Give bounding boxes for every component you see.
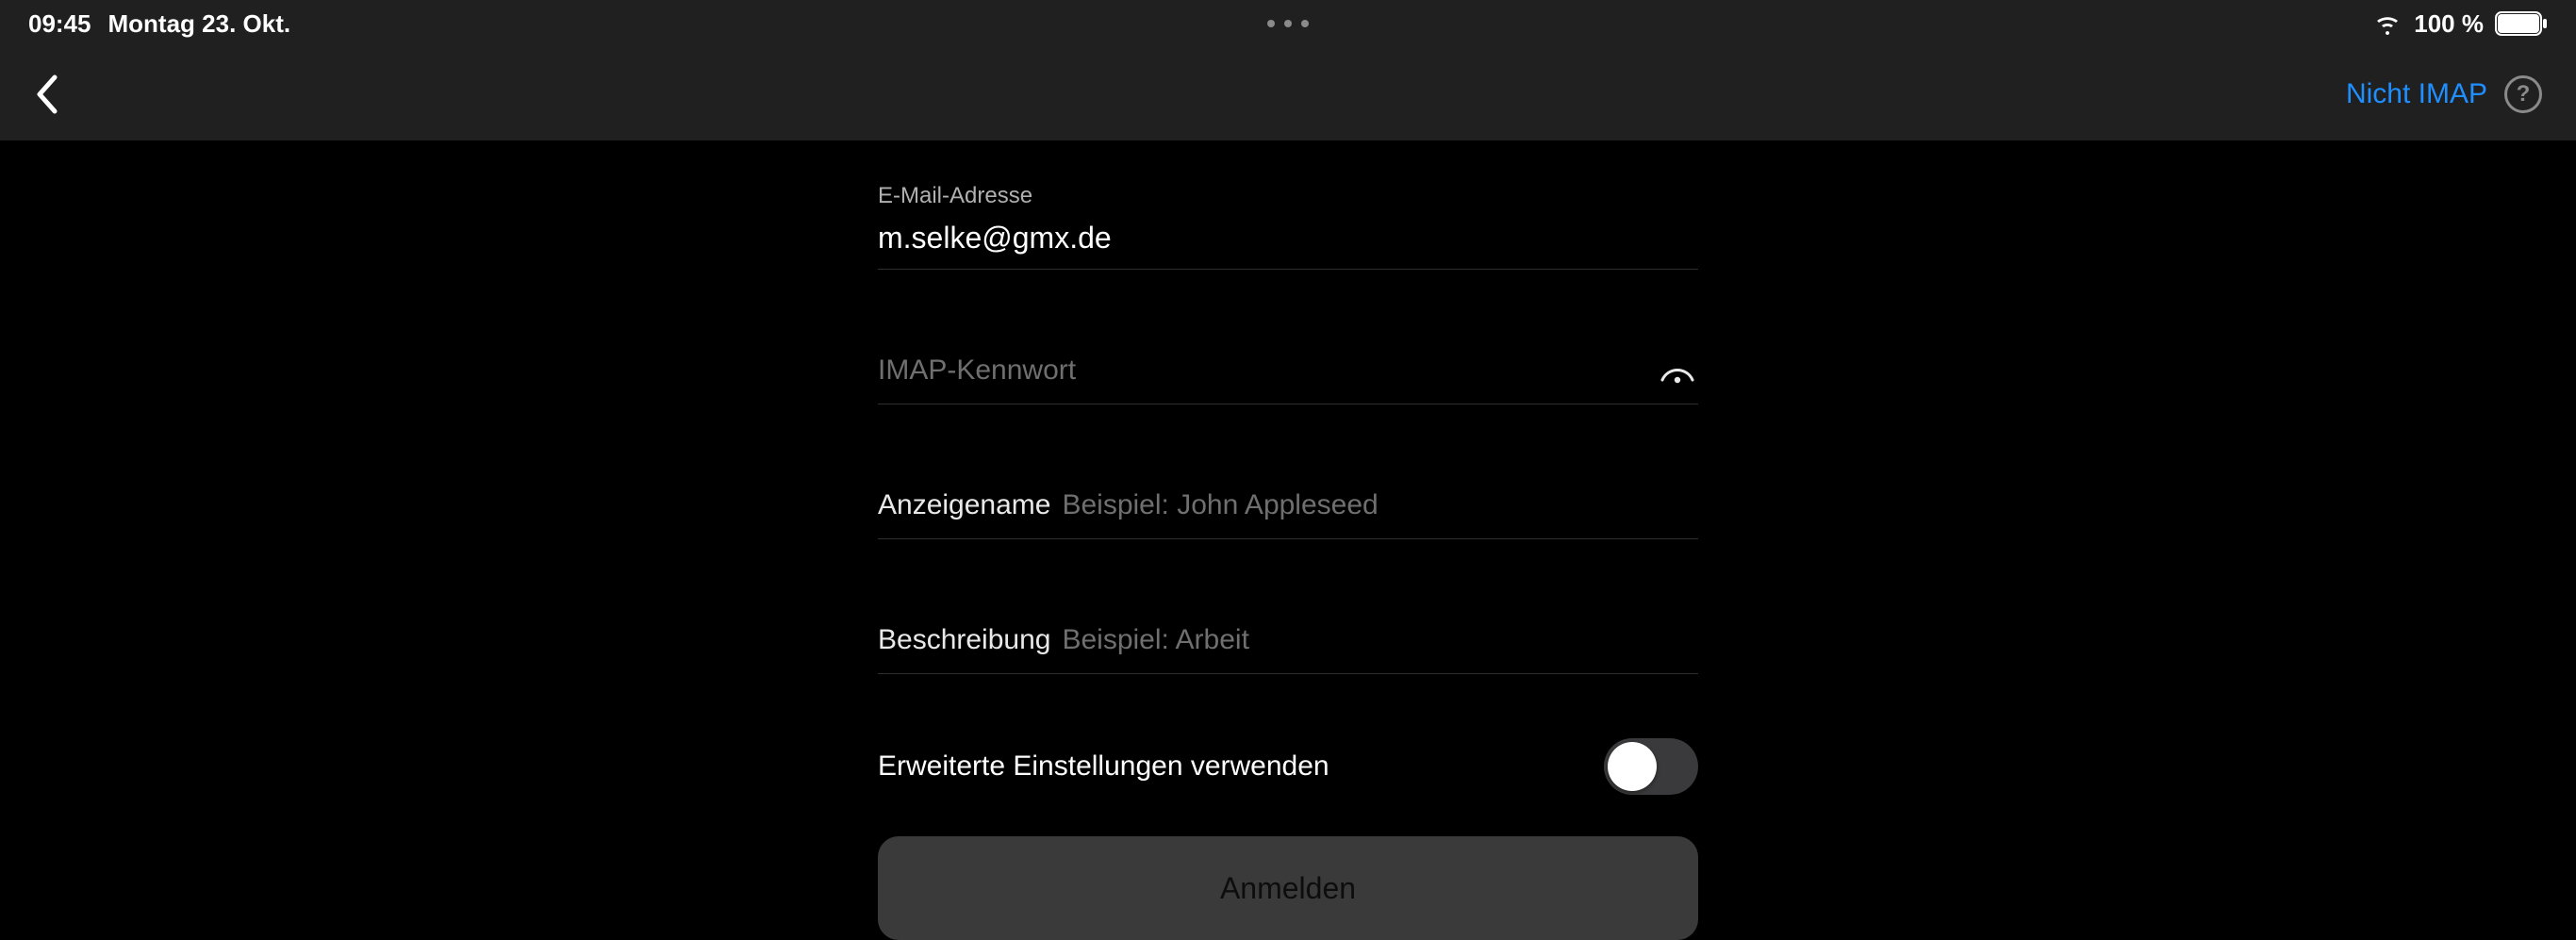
advanced-settings-label: Erweiterte Einstellungen verwenden bbox=[878, 750, 1329, 783]
question-mark-icon: ? bbox=[2517, 81, 2531, 107]
wifi-icon bbox=[2372, 12, 2403, 35]
show-password-button[interactable] bbox=[1660, 361, 1694, 390]
help-button[interactable]: ? bbox=[2504, 75, 2542, 113]
dot-icon bbox=[1301, 20, 1309, 27]
password-field[interactable] bbox=[878, 355, 1242, 387]
status-date: Montag 23. Okt. bbox=[108, 9, 291, 39]
battery-icon bbox=[2495, 11, 2548, 36]
password-field-container bbox=[878, 326, 1698, 404]
not-imap-link[interactable]: Nicht IMAP bbox=[2346, 78, 2487, 110]
display-name-label: Anzeigename bbox=[878, 489, 1050, 521]
account-form: E-Mail-Adresse Anzeigename Beschreibun bbox=[878, 183, 1698, 901]
advanced-settings-row: Erweiterte Einstellungen verwenden bbox=[878, 738, 1698, 795]
description-field[interactable] bbox=[1062, 624, 1698, 656]
status-left: 09:45 Montag 23. Okt. bbox=[28, 9, 290, 39]
description-field-container: Beschreibung bbox=[878, 596, 1698, 674]
content-area: E-Mail-Adresse Anzeigename Beschreibun bbox=[0, 141, 2576, 901]
battery-percentage: 100 % bbox=[2414, 9, 2484, 39]
back-button[interactable] bbox=[34, 74, 62, 115]
email-label: E-Mail-Adresse bbox=[878, 183, 1698, 209]
dot-icon bbox=[1284, 20, 1292, 27]
dot-icon bbox=[1267, 20, 1275, 27]
status-right: 100 % bbox=[2372, 9, 2548, 39]
nav-bar: Nicht IMAP ? bbox=[0, 47, 2576, 141]
email-field-container: E-Mail-Adresse bbox=[878, 183, 1698, 270]
nav-right: Nicht IMAP ? bbox=[2346, 75, 2542, 113]
email-field[interactable] bbox=[878, 221, 1698, 256]
display-name-field[interactable] bbox=[1062, 489, 1698, 521]
advanced-settings-toggle[interactable] bbox=[1604, 738, 1698, 795]
toggle-knob bbox=[1608, 742, 1657, 791]
status-time: 09:45 bbox=[28, 9, 91, 39]
status-bar: 09:45 Montag 23. Okt. 100 % bbox=[0, 0, 2576, 47]
description-label: Beschreibung bbox=[878, 624, 1050, 656]
signin-button[interactable]: Anmelden bbox=[878, 836, 1698, 940]
display-name-field-container: Anzeigename bbox=[878, 461, 1698, 539]
eye-icon bbox=[1660, 361, 1694, 386]
multitask-dots[interactable] bbox=[1267, 20, 1309, 27]
chevron-left-icon bbox=[34, 74, 62, 115]
signin-button-label: Anmelden bbox=[1220, 871, 1356, 906]
